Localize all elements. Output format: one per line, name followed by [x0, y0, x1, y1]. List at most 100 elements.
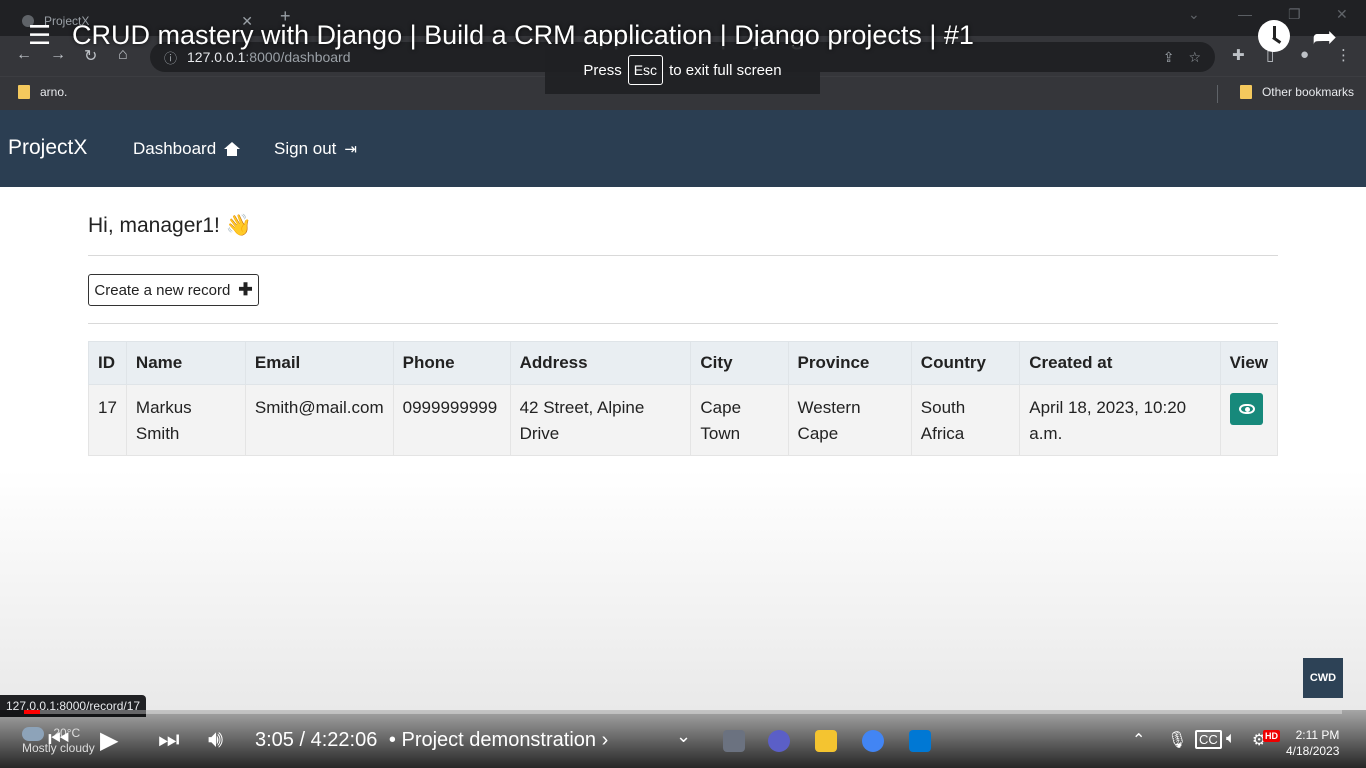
- bookmark-folder-arno[interactable]: arno.: [18, 85, 67, 99]
- previous-icon[interactable]: ⏮: [48, 726, 70, 754]
- divider: [88, 255, 1278, 256]
- bookmark-star-icon[interactable]: ☆: [1188, 49, 1201, 66]
- cell-province: Western Cape: [787, 384, 912, 456]
- cell-address: 42 Street, Alpine Drive: [509, 384, 692, 456]
- file-explorer-icon[interactable]: [815, 730, 837, 752]
- divider: [88, 323, 1278, 324]
- app-navbar: ProjectX Dashboard Sign out ⇥: [0, 110, 1366, 187]
- header-created-at: Created at: [1019, 341, 1221, 385]
- task-view-icon[interactable]: [723, 730, 745, 752]
- header-name: Name: [125, 341, 246, 385]
- home-icon: [224, 142, 241, 156]
- home-icon[interactable]: ⌂: [118, 46, 128, 64]
- tab-close-icon[interactable]: ✕: [241, 13, 253, 30]
- sign-out-icon: ⇥: [344, 141, 357, 158]
- nav-dashboard-label: Dashboard: [133, 139, 217, 158]
- nav-dashboard[interactable]: Dashboard: [133, 139, 241, 159]
- folder-icon: [1239, 85, 1252, 99]
- share-arrow-icon[interactable]: ➦: [1312, 20, 1337, 55]
- header-city: City: [690, 341, 789, 385]
- nav-signout-label: Sign out: [274, 139, 337, 158]
- folder-icon: [18, 85, 30, 99]
- header-id: ID: [88, 341, 127, 385]
- captions-icon[interactable]: CC: [1195, 730, 1222, 749]
- time-separator: /: [299, 729, 306, 751]
- extensions-icon[interactable]: ✚: [1232, 46, 1245, 64]
- cell-name: Markus Smith: [125, 384, 246, 456]
- teams-chat-icon[interactable]: [768, 730, 790, 752]
- chrome-icon[interactable]: [862, 730, 884, 752]
- browser-menu-icon[interactable]: ⋮: [1336, 46, 1351, 64]
- fullscreen-suffix-text: to exit full screen: [669, 61, 782, 79]
- other-bookmarks[interactable]: Other bookmarks: [1239, 85, 1354, 99]
- create-record-button[interactable]: Create a new record ✚: [88, 274, 259, 306]
- header-phone: Phone: [392, 341, 511, 385]
- new-tab-icon[interactable]: +: [280, 6, 291, 27]
- speaker-icon[interactable]: 🔈︎: [1226, 730, 1236, 748]
- header-country: Country: [910, 341, 1021, 385]
- cell-phone: 0999999999: [392, 384, 511, 456]
- cell-view: [1219, 384, 1279, 456]
- cell-id: 17: [88, 384, 127, 456]
- clock-date: 4/18/2023: [1286, 744, 1340, 758]
- microphone-icon[interactable]: 🎙︎: [1167, 730, 1187, 750]
- cell-email: Smith@mail.com: [244, 384, 394, 456]
- profile-icon[interactable]: ●: [1300, 46, 1309, 63]
- header-address: Address: [509, 341, 692, 385]
- table-row: 17 Markus Smith Smith@mail.com 099999999…: [88, 384, 1279, 456]
- watch-later-icon[interactable]: [1258, 20, 1290, 52]
- plus-icon: ✚: [238, 280, 253, 299]
- nav-signout[interactable]: Sign out ⇥: [274, 139, 357, 159]
- site-info-icon[interactable]: ⓘ: [164, 48, 177, 67]
- esc-key: Esc: [627, 55, 664, 85]
- channel-watermark[interactable]: CWD: [1303, 658, 1343, 698]
- cell-created-at: April 18, 2023, 10:20 a.m.: [1019, 384, 1221, 456]
- tab-search-icon[interactable]: ⌄: [1188, 6, 1200, 23]
- records-table: ID Name Email Phone Address City Provinc…: [88, 341, 1279, 456]
- progress-bar[interactable]: [24, 710, 1342, 714]
- brand-logo[interactable]: ProjectX: [8, 136, 87, 160]
- play-icon[interactable]: ▶: [100, 726, 118, 755]
- playlist-menu-icon[interactable]: ☰: [28, 22, 51, 48]
- clock-time: 2:11 PM: [1295, 728, 1340, 742]
- video-bottom-gradient: [0, 470, 1366, 710]
- view-record-button[interactable]: [1229, 393, 1263, 425]
- cell-country: South Africa: [910, 384, 1021, 456]
- hd-badge: HD: [1263, 730, 1280, 742]
- progress-played: [24, 710, 40, 714]
- chapter-title[interactable]: • Project demonstration ›: [389, 729, 608, 751]
- cloud-icon: [22, 726, 44, 741]
- time-total: 4:22:06: [310, 729, 378, 751]
- header-province: Province: [787, 341, 912, 385]
- fullscreen-press-text: Press: [583, 61, 622, 79]
- fullscreen-toast: Press Esc to exit full screen: [545, 46, 820, 94]
- url-host: 127.0.0.1: [187, 49, 246, 65]
- table-header-row: ID Name Email Phone Address City Provinc…: [88, 341, 1279, 385]
- url-path: :8000/dashboard: [245, 49, 351, 65]
- greeting: Hi, manager1! 👋: [88, 214, 252, 237]
- reload-icon[interactable]: ↻: [84, 46, 97, 66]
- tray-chevron-up-icon[interactable]: ⌃: [1132, 730, 1145, 750]
- window-close-icon[interactable]: ✕: [1336, 6, 1348, 23]
- header-view: View: [1219, 341, 1279, 385]
- header-email: Email: [244, 341, 394, 385]
- share-icon[interactable]: ⇪: [1163, 49, 1175, 66]
- next-icon[interactable]: ⏭: [158, 726, 180, 754]
- minimize-icon[interactable]: —: [1238, 6, 1252, 22]
- maximize-icon[interactable]: ❐: [1288, 6, 1301, 23]
- time-display: 3:05 / 4:22:06 • Project demonstration ›: [255, 729, 608, 752]
- taskbar-clock[interactable]: 2:11 PM 4/18/2023: [1286, 727, 1339, 759]
- bookmark-label: arno.: [40, 85, 68, 99]
- time-current: 3:05: [255, 729, 294, 751]
- create-record-label: Create a new record: [94, 281, 231, 299]
- eye-icon: [1238, 404, 1255, 414]
- cell-city: Cape Town: [690, 384, 789, 456]
- volume-icon[interactable]: 🔊︎: [208, 726, 223, 754]
- bookmarks-divider: [1217, 85, 1218, 103]
- tab-strip: ProjectX ✕ + ⌄ — ❐ ✕: [0, 0, 1366, 36]
- other-bookmarks-label: Other bookmarks: [1261, 85, 1354, 99]
- video-player-controls: 20°C Mostly cloudy ⏮ ▶ ⏭ 🔊︎ 3:05 / 4:22:…: [0, 710, 1366, 768]
- forward-icon[interactable]: →: [50, 46, 66, 64]
- chevron-down-icon[interactable]: ⌄: [676, 726, 691, 747]
- vscode-icon[interactable]: [909, 730, 931, 752]
